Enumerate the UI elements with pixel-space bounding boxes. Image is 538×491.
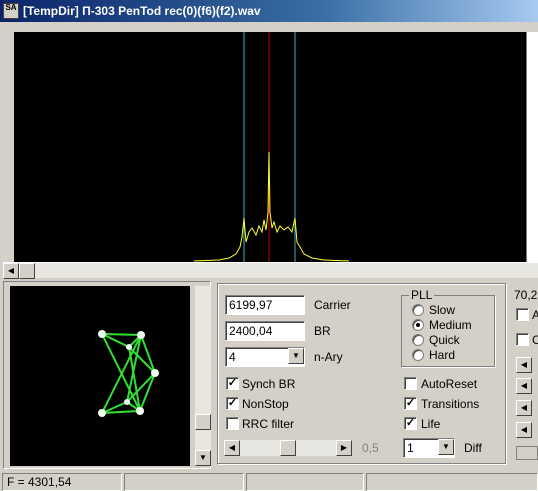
title-bar: SA [TempDir] П-303 PenTod rec(0)(f6)(f2)… — [0, 0, 538, 22]
frequency-status: F = 4301,54 — [2, 473, 122, 491]
status-pane-3 — [246, 473, 364, 491]
app-icon[interactable]: SA — [3, 3, 19, 19]
rrc-filter-checkbox[interactable] — [226, 417, 239, 430]
pll-medium-radio[interactable] — [412, 319, 424, 331]
constellation-plot — [98, 330, 159, 417]
nary-label: n-Ary — [314, 350, 343, 364]
life-checkbox[interactable]: ✓ — [404, 417, 417, 430]
side-scroll-button-4[interactable]: ◀ — [516, 422, 532, 438]
side-label-a: A — [532, 308, 538, 322]
pll-slow-radio[interactable] — [412, 304, 424, 316]
spectrum-plot — [193, 32, 350, 262]
spectrum-trace — [193, 151, 350, 262]
scroll-left-button[interactable]: ◀ — [3, 263, 19, 279]
nonstop-checkbox[interactable]: ✓ — [226, 397, 239, 410]
side-scroll-button-1[interactable]: ◀ — [516, 357, 532, 373]
pll-quick-radio[interactable] — [412, 334, 424, 346]
diff-dropdown-button[interactable]: ▼ — [438, 439, 454, 455]
status-bar: F = 4301,54 — [0, 471, 538, 491]
transitions-label: Transitions — [421, 397, 480, 411]
diff-select[interactable]: 1 ▼ — [403, 438, 455, 458]
synch-br-checkbox[interactable]: ✓ — [226, 377, 239, 390]
slider-right-button[interactable]: ▶ — [336, 440, 352, 456]
nary-value: 4 — [229, 350, 236, 364]
side-checkbox-a[interactable] — [516, 308, 529, 321]
pll-title: PLL — [409, 288, 435, 302]
nonstop-label: NonStop — [242, 397, 289, 411]
constellation-scrollbar[interactable]: ▼ — [195, 286, 211, 466]
side-value: 70,2 — [514, 288, 538, 302]
transitions-checkbox[interactable]: ✓ — [404, 397, 417, 410]
constellation-panel: ▼ — [3, 281, 211, 469]
side-scroll-button-2[interactable]: ◀ — [516, 378, 532, 394]
spectrum-scrollbar[interactable]: ◀ — [3, 262, 538, 279]
status-pane-4 — [366, 473, 538, 491]
pll-quick-label: Quick — [429, 333, 460, 347]
constellation-display — [10, 286, 190, 466]
spectrum-display[interactable] — [14, 32, 526, 262]
pll-hard-radio[interactable] — [412, 349, 424, 361]
slider-left-button[interactable]: ◀ — [224, 440, 240, 456]
nary-dropdown-button[interactable]: ▼ — [288, 348, 304, 364]
status-pane-2 — [124, 473, 244, 491]
scroll-down-button[interactable]: ▼ — [195, 450, 211, 466]
side-label-c: C — [532, 333, 538, 347]
side-checkbox-c[interactable] — [516, 333, 529, 346]
spectrum-scroll-thumb[interactable] — [19, 263, 35, 279]
pll-hard-label: Hard — [429, 348, 456, 362]
constellation-scroll-thumb[interactable] — [195, 414, 211, 430]
synch-br-label: Synch BR — [242, 377, 296, 391]
carrier-label: Carrier — [314, 298, 351, 312]
autoreset-checkbox[interactable] — [404, 377, 417, 390]
pll-medium-label: Medium — [429, 318, 472, 332]
br-input[interactable] — [225, 321, 305, 341]
rrc-filter-label: RRC filter — [242, 417, 295, 431]
spectrum-side-strip — [526, 32, 538, 262]
diff-value: 1 — [407, 441, 414, 455]
filter-slider[interactable]: ◀ ▶ — [224, 440, 352, 456]
br-label: BR — [314, 324, 331, 338]
window-title: [TempDir] П-303 PenTod rec(0)(f6)(f2).wa… — [23, 4, 261, 18]
carrier-input[interactable] — [225, 295, 305, 315]
diff-label: Diff — [464, 441, 482, 455]
side-bar — [516, 446, 538, 460]
life-label: Life — [421, 417, 441, 431]
nary-select[interactable]: 4 ▼ — [225, 347, 305, 367]
pll-slow-label: Slow — [429, 303, 456, 317]
autoreset-label: AutoReset — [421, 377, 478, 391]
slider-value: 0,5 — [362, 441, 379, 455]
slider-thumb[interactable] — [280, 440, 296, 456]
side-scroll-button-3[interactable]: ◀ — [516, 400, 532, 416]
